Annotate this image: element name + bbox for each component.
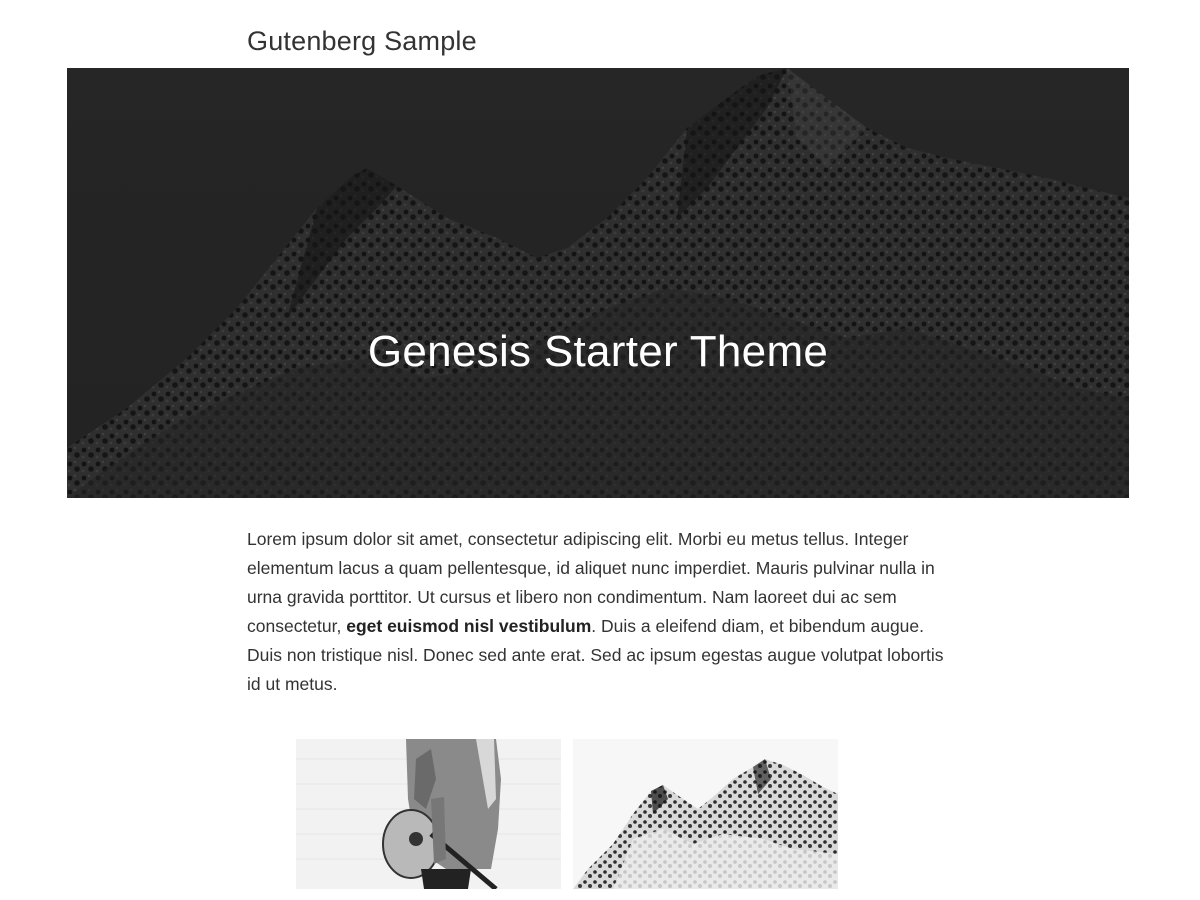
cover-overlay bbox=[67, 68, 1129, 498]
paragraph-bold-text: eget euismod nisl vestibulum bbox=[346, 616, 592, 636]
gallery-image-guitar[interactable] bbox=[296, 739, 561, 889]
gallery-image-mountain[interactable] bbox=[573, 739, 838, 889]
image-gallery bbox=[296, 739, 838, 889]
cover-block: Genesis Starter Theme bbox=[67, 68, 1129, 498]
guitar-person-image bbox=[296, 739, 561, 889]
snowy-mountain-image bbox=[573, 739, 838, 889]
site-title[interactable]: Gutenberg Sample bbox=[247, 22, 477, 60]
cover-heading: Genesis Starter Theme bbox=[367, 327, 829, 376]
content-paragraph: Lorem ipsum dolor sit amet, consectetur … bbox=[247, 525, 947, 699]
